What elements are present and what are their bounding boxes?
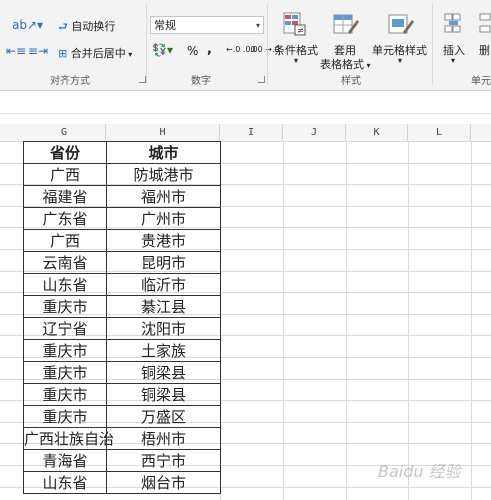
merge-center-icon: ⊞ <box>58 47 71 60</box>
cell-province[interactable]: 重庆市 <box>23 295 107 318</box>
cell-province[interactable]: 青海省 <box>23 449 107 472</box>
table-row: 广西 贵港市 <box>23 229 221 252</box>
table-row: 福建省 福州市 <box>23 185 221 208</box>
chevron-down-icon[interactable]: ▾ <box>451 56 455 65</box>
indent-increase-icon[interactable]: ≡⇥ <box>28 44 48 58</box>
gridline <box>408 141 409 500</box>
cell-city[interactable]: 万盛区 <box>106 405 221 428</box>
cell-province[interactable]: 重庆市 <box>23 383 107 406</box>
column-header-row: G H I J K L <box>0 124 491 142</box>
currency-icon[interactable]: 💱▾ <box>152 43 173 57</box>
cell-province[interactable]: 福建省 <box>23 185 107 208</box>
text-direction-icon[interactable]: ab↗▾ <box>12 18 43 32</box>
cell-city[interactable]: 贵港市 <box>106 229 221 252</box>
chevron-down-icon: ▾ <box>255 21 260 30</box>
table-row: 广西 防城港市 <box>23 163 221 186</box>
header-cell-province[interactable]: 省份 <box>23 141 107 164</box>
cells-group-label: 单元 <box>471 76 491 87</box>
watermark-logo: Baidu 经验 <box>378 462 461 481</box>
cell-province[interactable]: 广西 <box>23 163 107 186</box>
chevron-down-icon[interactable]: ▾ <box>398 56 402 65</box>
number-group-label: 数字 <box>191 76 211 87</box>
table-row: 山东省 烟台市 <box>23 471 221 494</box>
group-separator <box>267 4 268 84</box>
cell-city[interactable]: 铜梁县 <box>106 361 221 384</box>
table-row: 重庆市 铜梁县 <box>23 361 221 384</box>
table-header-row: 省份 城市 <box>23 141 221 164</box>
indent-decrease-icon[interactable]: ⇤≡ <box>6 44 26 58</box>
insert-cells-icon[interactable] <box>443 12 465 38</box>
delete-cells-icon[interactable] <box>478 12 491 38</box>
table-row: 广东省 广州市 <box>23 207 221 230</box>
cell-province[interactable]: 山东省 <box>23 273 107 296</box>
gridline <box>346 141 347 500</box>
wrap-text-button[interactable]: ⮐ 自动换行 <box>58 18 115 37</box>
gridline <box>283 141 284 500</box>
cell-province[interactable]: 广西壮族自治 <box>23 427 114 450</box>
cell-province[interactable]: 云南省 <box>23 251 107 274</box>
svg-text:≠: ≠ <box>297 26 304 35</box>
column-header-g[interactable]: G <box>23 124 106 141</box>
percent-button[interactable]: % <box>187 44 198 58</box>
column-header-j[interactable]: J <box>283 124 346 141</box>
column-header-h[interactable]: H <box>106 124 220 141</box>
table-row: 青海省 西宁市 <box>23 449 221 472</box>
cell-province[interactable]: 广西 <box>23 229 107 252</box>
table-row: 重庆市 铜梁县 <box>23 383 221 406</box>
cell-province[interactable]: 重庆市 <box>23 361 107 384</box>
cell-city[interactable]: 昆明市 <box>106 251 221 274</box>
styles-group-label: 样式 <box>341 76 361 87</box>
cell-city[interactable]: 土家族 <box>106 339 221 362</box>
column-header-l[interactable]: L <box>408 124 471 141</box>
header-cell-city[interactable]: 城市 <box>106 141 221 164</box>
table-row: 辽宁省 沈阳市 <box>23 317 221 340</box>
gridline <box>471 141 472 500</box>
cell-city[interactable]: 綦江县 <box>106 295 221 318</box>
format-as-table-icon[interactable] <box>333 12 359 38</box>
cell-province[interactable]: 山东省 <box>23 471 107 494</box>
cell-city[interactable]: 福州市 <box>106 185 221 208</box>
table-row: 云南省 昆明市 <box>23 251 221 274</box>
cell-province[interactable]: 辽宁省 <box>23 317 107 340</box>
group-separator <box>432 4 433 84</box>
table-row: 重庆市 綦江县 <box>23 295 221 318</box>
cell-city[interactable]: 防城港市 <box>106 163 221 186</box>
chevron-down-icon[interactable]: ▾ <box>294 56 298 65</box>
table-row: 重庆市 万盛区 <box>23 405 221 428</box>
cell-city[interactable]: 沈阳市 <box>106 317 221 340</box>
cell-province[interactable]: 广东省 <box>23 207 107 230</box>
conditional-format-icon[interactable]: ≠ <box>283 12 307 38</box>
column-header-k[interactable]: K <box>346 124 408 141</box>
table-row: 山东省 临沂市 <box>23 273 221 296</box>
number-dialog-launcher-icon[interactable] <box>258 76 265 83</box>
table-row: 广西壮族自治 梧州市 <box>23 427 221 450</box>
comma-button[interactable]: , <box>207 42 212 57</box>
formula-bar[interactable] <box>0 91 491 114</box>
chevron-down-icon: ▾ <box>364 61 371 70</box>
merge-center-button[interactable]: ⊞ 合并后居中 ▾ <box>58 45 132 61</box>
cell-province[interactable]: 重庆市 <box>23 405 107 428</box>
align-group-label: 对齐方式 <box>50 76 90 87</box>
cell-city[interactable]: 烟台市 <box>106 471 221 494</box>
delete-button[interactable]: 删 <box>479 42 490 58</box>
align-dialog-launcher-icon[interactable] <box>139 76 146 83</box>
format-as-table-button[interactable]: 表格格式 ▾ <box>320 56 371 72</box>
cell-styles-icon[interactable] <box>388 12 414 38</box>
cell-city[interactable]: 梧州市 <box>106 427 221 450</box>
wrap-text-icon: ⮐ <box>58 20 72 33</box>
chevron-down-icon[interactable]: ▾ <box>126 50 132 59</box>
group-separator <box>146 4 147 84</box>
table-row: 重庆市 土家族 <box>23 339 221 362</box>
column-header-i[interactable]: I <box>220 124 283 141</box>
cell-city[interactable]: 西宁市 <box>106 449 221 472</box>
cell-province[interactable]: 重庆市 <box>23 339 107 362</box>
data-table: 省份 城市 广西 防城港市 福建省 福州市 广东省 广州市 广西 贵港市 云南省 昆明市 山东省 临沂… <box>23 141 221 494</box>
ribbon: ab↗▾ ⇤≡ ≡⇥ ⮐ 自动换行 ⊞ 合并后居中 ▾ 对齐方式 常规 ▾ 💱▾… <box>0 0 491 91</box>
cell-city[interactable]: 铜梁县 <box>106 383 221 406</box>
number-format-select[interactable]: 常规 ▾ <box>150 16 264 34</box>
cell-city[interactable]: 临沂市 <box>106 273 221 296</box>
cell-city[interactable]: 广州市 <box>106 207 221 230</box>
